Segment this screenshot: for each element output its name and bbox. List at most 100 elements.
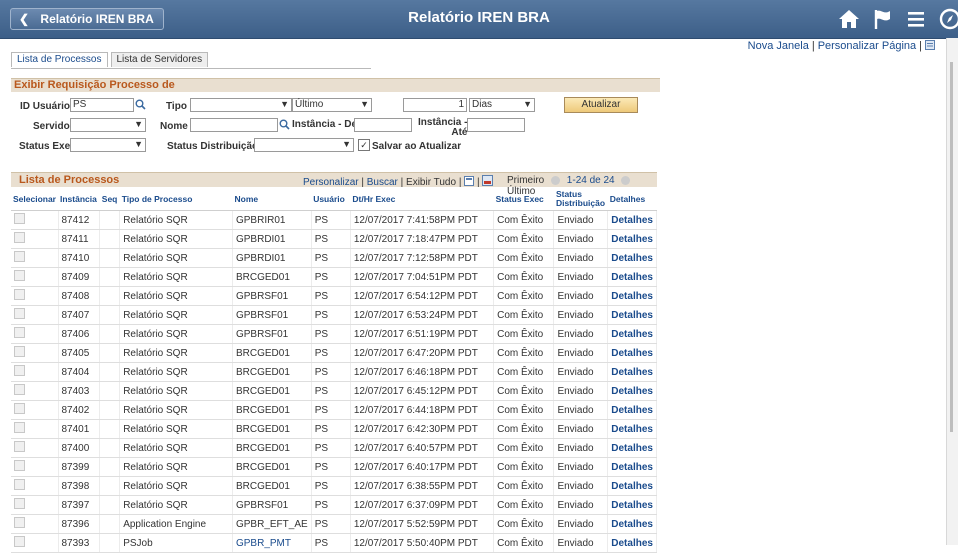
navbar-flag-icon[interactable] (871, 7, 895, 31)
run-status-select[interactable]: ▼ (70, 138, 146, 152)
table-row: 87408 Relatório SQR GPBRSF01 PS 12/07/2017 6… (11, 286, 657, 306)
compass-icon[interactable] (938, 7, 958, 31)
row-select-checkbox[interactable] (14, 536, 25, 547)
row-run-datetime: 12/07/2017 7:41:58PM PDT (350, 210, 495, 230)
new-window-link[interactable]: Nova Janela (748, 40, 809, 52)
instance-to-input[interactable] (467, 118, 525, 132)
row-select-cell (11, 324, 59, 344)
name-lookup-icon[interactable] (279, 119, 290, 130)
row-details-link[interactable]: Detalhes (607, 362, 657, 382)
row-details-link[interactable]: Detalhes (607, 419, 657, 439)
row-select-checkbox[interactable] (14, 422, 25, 433)
row-details-link[interactable]: Detalhes (607, 229, 657, 249)
name-input[interactable] (190, 118, 278, 132)
row-details-link[interactable]: Detalhes (607, 495, 657, 515)
row-select-checkbox[interactable] (14, 251, 25, 262)
row-instance: 87405 (58, 343, 101, 363)
help-grid-icon[interactable] (925, 40, 935, 50)
row-seq (99, 533, 121, 553)
row-details-link[interactable]: Detalhes (607, 210, 657, 230)
row-select-cell (11, 248, 59, 268)
row-run-datetime: 12/07/2017 7:18:47PM PDT (350, 229, 495, 249)
count-input[interactable]: 1 (403, 98, 467, 112)
user-id-lookup-icon[interactable] (135, 99, 146, 110)
row-details-link[interactable]: Detalhes (607, 400, 657, 420)
row-dist-status: Enviado (553, 362, 609, 382)
row-details-link[interactable]: Detalhes (607, 267, 657, 287)
row-details-link[interactable]: Detalhes (607, 457, 657, 477)
row-details-link[interactable]: Detalhes (607, 514, 657, 534)
row-run-datetime: 12/07/2017 6:46:18PM PDT (350, 362, 495, 382)
row-details-link[interactable]: Detalhes (607, 533, 657, 553)
row-select-checkbox[interactable] (14, 460, 25, 471)
scrollbar-thumb[interactable] (950, 62, 953, 432)
dist-status-select[interactable]: ▼ (254, 138, 354, 152)
row-select-checkbox[interactable] (14, 479, 25, 490)
row-select-checkbox[interactable] (14, 270, 25, 281)
row-select-checkbox[interactable] (14, 213, 25, 224)
row-select-checkbox[interactable] (14, 498, 25, 509)
row-name[interactable]: GPBR_PMT (232, 533, 312, 553)
row-select-checkbox[interactable] (14, 289, 25, 300)
tab-server-list[interactable]: Lista de Servidores (110, 52, 209, 67)
row-details-link[interactable]: Detalhes (607, 305, 657, 325)
row-details-link[interactable]: Detalhes (607, 324, 657, 344)
grid-view-all-link[interactable]: Exibir Tudo (406, 177, 456, 188)
row-select-checkbox[interactable] (14, 441, 25, 452)
row-details-link[interactable]: Detalhes (607, 248, 657, 268)
row-details-link[interactable]: Detalhes (607, 286, 657, 306)
row-details-link[interactable]: Detalhes (607, 476, 657, 496)
menu-icon[interactable] (904, 7, 928, 31)
row-seq (99, 400, 121, 420)
row-process-type: Relatório SQR (119, 267, 233, 287)
server-select[interactable]: ▼ (70, 118, 146, 132)
row-select-checkbox[interactable] (14, 346, 25, 357)
zoom-grid-icon[interactable] (464, 176, 475, 186)
download-excel-icon[interactable] (482, 175, 494, 186)
header-bar: ❮ Relatório IREN BRA Relatório IREN BRA (0, 0, 958, 39)
first-page-link[interactable]: Primeiro (507, 175, 544, 186)
table-row: 87402 Relatório SQR BRCGED01 PS 12/07/2017 6… (11, 400, 657, 420)
row-select-checkbox[interactable] (14, 327, 25, 338)
last-select[interactable]: Último ▼ (292, 98, 372, 112)
row-run-status: Com Êxito (493, 324, 555, 344)
grid-find-link[interactable]: Buscar (367, 177, 398, 188)
last-select-value: Último (295, 99, 324, 110)
row-select-checkbox[interactable] (14, 365, 25, 376)
grid-toolbar: Personalizar | Buscar | Exibir Tudo | | (303, 175, 494, 188)
row-name: BRCGED01 (232, 419, 312, 439)
row-dist-status: Enviado (553, 533, 609, 553)
home-icon[interactable] (837, 7, 861, 31)
save-on-refresh-checkbox[interactable]: ✓ (358, 139, 370, 151)
row-run-datetime: 12/07/2017 6:42:30PM PDT (350, 419, 495, 439)
row-details-link[interactable]: Detalhes (607, 438, 657, 458)
type-label: Tipo (166, 101, 187, 112)
row-user: PS (311, 229, 351, 249)
user-id-input[interactable]: PS (70, 98, 134, 112)
row-select-checkbox[interactable] (14, 403, 25, 414)
row-details-link[interactable]: Detalhes (607, 343, 657, 363)
row-process-type: Relatório SQR (119, 400, 233, 420)
prev-page-icon[interactable] (551, 175, 561, 185)
row-user: PS (311, 381, 351, 401)
vertical-scrollbar[interactable] (946, 38, 958, 545)
row-process-type: Relatório SQR (119, 229, 233, 249)
grid-personalize-link[interactable]: Personalizar (303, 177, 359, 188)
row-details-link[interactable]: Detalhes (607, 381, 657, 401)
type-select[interactable]: ▼ (190, 98, 292, 112)
row-instance: 87406 (58, 324, 101, 344)
page-links: Nova Janela | Personalizar Página | (748, 40, 935, 52)
row-instance: 87397 (58, 495, 101, 515)
row-select-checkbox[interactable] (14, 232, 25, 243)
row-select-checkbox[interactable] (14, 384, 25, 395)
tab-process-list[interactable]: Lista de Processos (11, 52, 108, 67)
next-page-icon[interactable] (621, 175, 631, 185)
instance-from-input[interactable] (354, 118, 412, 132)
unit-select[interactable]: Dias ▼ (469, 98, 535, 112)
row-select-checkbox[interactable] (14, 517, 25, 528)
row-run-datetime: 12/07/2017 5:52:59PM PDT (350, 514, 495, 534)
row-select-checkbox[interactable] (14, 308, 25, 319)
row-name: BRCGED01 (232, 381, 312, 401)
refresh-button[interactable]: Atualizar (564, 97, 638, 113)
personalize-page-link[interactable]: Personalizar Página (818, 40, 916, 52)
